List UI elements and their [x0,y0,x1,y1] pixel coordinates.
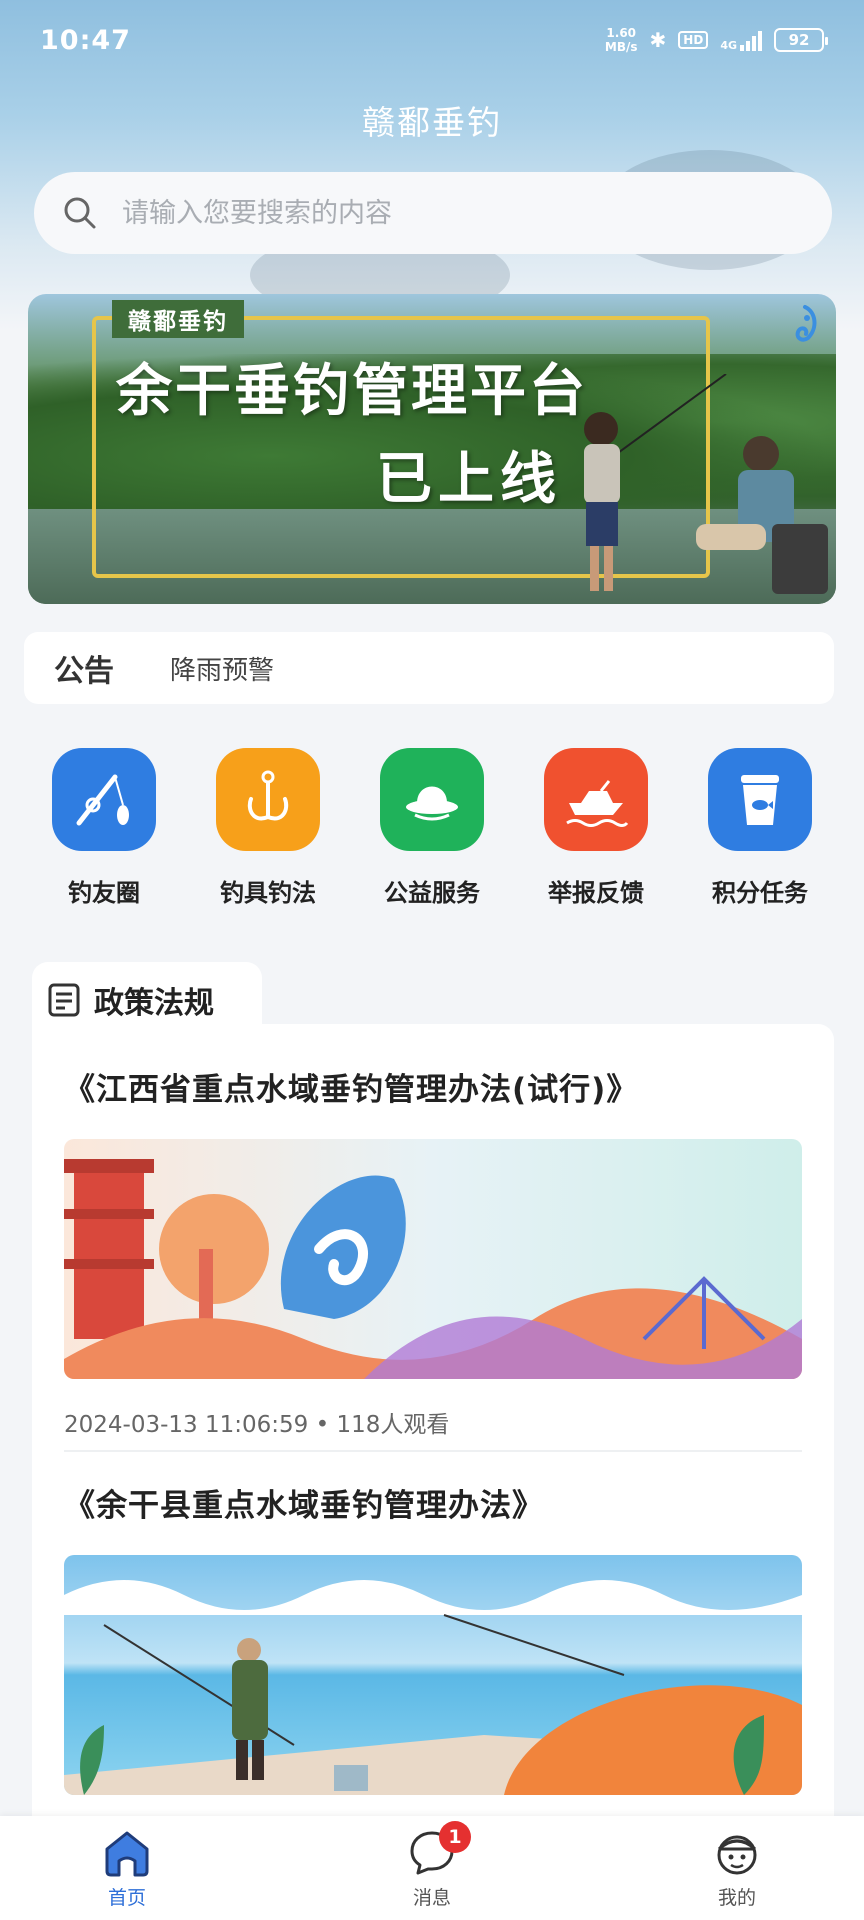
article-thumbnail [64,1555,802,1795]
quick-menu: 钓友圈 钓具钓法 公益服务 举报反馈 积分任务 [0,748,864,908]
search-bar[interactable] [34,172,832,254]
bottom-navigation: 首页 1 消息 我的 [0,1816,864,1920]
article-divider [64,1450,802,1452]
battery-icon: 92 [774,28,828,52]
network-type: 4G [720,39,737,52]
menu-item-points-tasks[interactable]: 积分任务 [690,748,830,908]
article-title: 《江西省重点水域垂钓管理办法(试行)》 [64,1072,639,1108]
nav-label: 消息 [412,1886,451,1909]
fish-logo-icon [795,305,817,342]
meta-separator: • [315,1412,337,1438]
article-views: 118人观看 [336,1412,450,1438]
network-speed: 1.60 MB/s [605,26,638,54]
page-title: 赣鄱垂钓 [362,103,502,142]
section-title: 政策法规 [94,986,214,1021]
hd-icon: HD [678,31,709,49]
banner-people-illustration [584,374,828,594]
bluetooth-icon: ✱ [649,28,667,52]
article-meta: 2024-03-13 11:06:59 • 118人观看 [64,1405,802,1439]
banner-headline: 余干垂钓管理平台 [116,358,588,424]
notice-label: 公告 [54,654,114,689]
article-title: 《余干县重点水域垂钓管理办法》 [64,1488,544,1524]
article-date: 2024-03-13 11:06:59 [64,1412,309,1438]
menu-label: 公益服务 [384,879,480,907]
speed-value: 1.60 [606,26,637,40]
user-avatar-icon [717,1835,757,1874]
policy-card: 《江西省重点水域垂钓管理办法(试行)》 2024-03-13 11:06:59 … [32,1024,834,1824]
nav-label: 首页 [107,1886,146,1909]
fishing-hook-icon [216,748,320,851]
menu-item-report-feedback[interactable]: 举报反馈 [526,748,666,908]
bucket-icon [708,748,812,851]
policy-article[interactable]: 《江西省重点水域垂钓管理办法(试行)》 2024-03-13 11:06:59 … [64,1064,802,1439]
nav-home[interactable]: 首页 [72,1827,182,1910]
menu-label: 钓友圈 [68,879,140,907]
menu-label: 钓具钓法 [220,879,316,907]
fishing-rod-icon [52,748,156,851]
menu-label: 积分任务 [712,879,808,907]
speed-unit: MB/s [604,40,638,54]
promo-banner[interactable]: 赣鄱垂钓 余干垂钓管理平台 已上线 [28,294,836,604]
menu-item-tackle-methods[interactable]: 钓具钓法 [198,748,338,908]
unread-badge: 1 [439,1820,471,1853]
status-bar: 10:47 1.60 MB/s ✱ HD 4G 92 [0,0,864,80]
notice-bar[interactable]: 公告 降雨预警 [24,632,834,704]
hat-icon [380,748,484,851]
banner-tag: 赣鄱垂钓 [112,300,244,338]
policy-article[interactable]: 《余干县重点水域垂钓管理办法》 [64,1480,802,1795]
document-icon [48,983,80,1017]
notice-text[interactable]: 降雨预警 [170,650,274,687]
article-illustration [64,1555,802,1795]
nav-messages[interactable]: 1 消息 [377,1820,487,1910]
nav-label: 我的 [717,1886,756,1909]
policy-section-header: 政策法规 [32,962,262,1038]
boat-icon [544,748,648,851]
menu-label: 举报反馈 [548,879,644,907]
menu-item-public-service[interactable]: 公益服务 [362,748,502,908]
status-time: 10:47 [40,24,131,56]
banner-headline-2: 已上线 [376,446,562,512]
menu-item-anglers-circle[interactable]: 钓友圈 [34,748,174,908]
home-icon [105,1831,149,1876]
search-icon [64,197,96,229]
battery-level: 92 [788,31,810,49]
search-input[interactable] [122,197,762,229]
nav-mine[interactable]: 我的 [682,1827,792,1910]
signal-icon: 4G [720,29,762,51]
article-illustration [64,1139,802,1379]
article-thumbnail [64,1139,802,1379]
